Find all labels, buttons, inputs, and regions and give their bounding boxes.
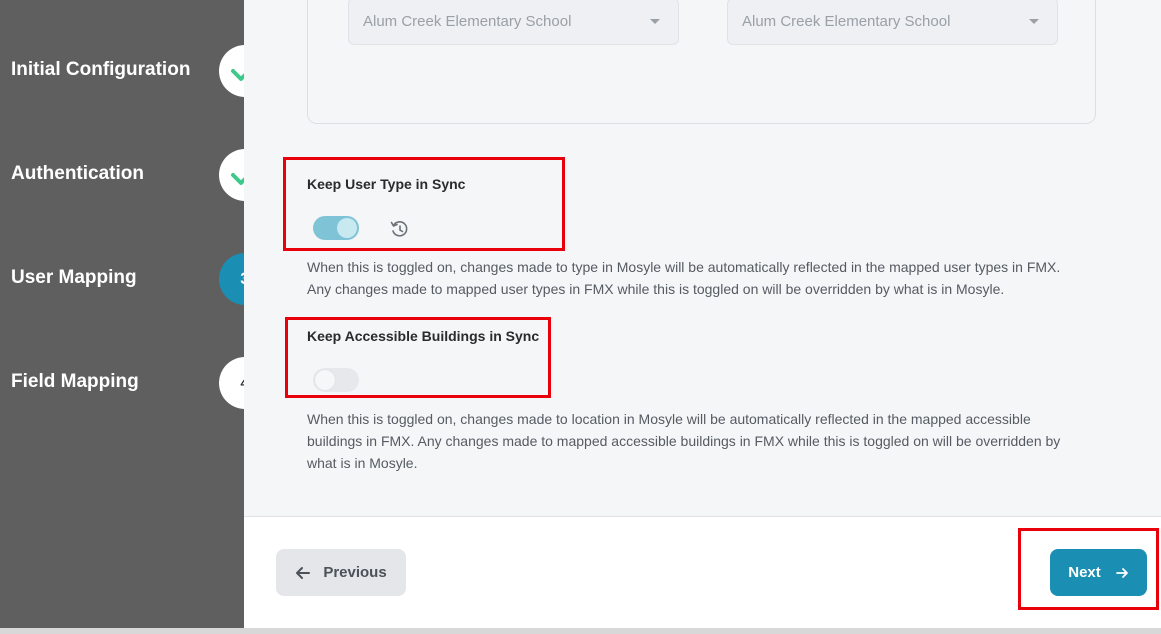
previous-button[interactable]: Previous: [276, 549, 406, 596]
user-type-sync-description: When this is toggled on, changes made to…: [307, 259, 1061, 297]
school-select-right[interactable]: Alum Creek Elementary School: [727, 0, 1058, 45]
highlight-box-user-type-sync: [283, 157, 565, 251]
step-label-user-mapping[interactable]: User Mapping: [11, 267, 137, 289]
step-label-field-mapping[interactable]: Field Mapping: [11, 371, 139, 393]
highlight-box-buildings-sync: [285, 317, 551, 398]
wizard-sidebar: Initial Configuration Authentication Use…: [0, 0, 271, 628]
school-select-left[interactable]: Alum Creek Elementary School: [348, 0, 679, 45]
school-mapping-card: Alum Creek Elementary School Alum Creek …: [307, 0, 1096, 124]
school-select-left-value: Alum Creek Elementary School: [363, 13, 572, 30]
buildings-sync-description: When this is toggled on, changes made to…: [307, 411, 1061, 471]
window-bottom-bar: [0, 628, 1161, 634]
step-label-authentication[interactable]: Authentication: [11, 163, 144, 185]
previous-button-label: Previous: [323, 564, 387, 581]
step-label-initial-configuration[interactable]: Initial Configuration: [11, 59, 190, 81]
highlight-box-next-button: [1018, 528, 1159, 610]
school-select-right-value: Alum Creek Elementary School: [742, 13, 951, 30]
chevron-down-icon: [650, 19, 660, 24]
arrow-left-icon: [296, 566, 311, 579]
chevron-down-icon: [1029, 19, 1039, 24]
main-content: Alum Creek Elementary School Alum Creek …: [244, 0, 1161, 516]
